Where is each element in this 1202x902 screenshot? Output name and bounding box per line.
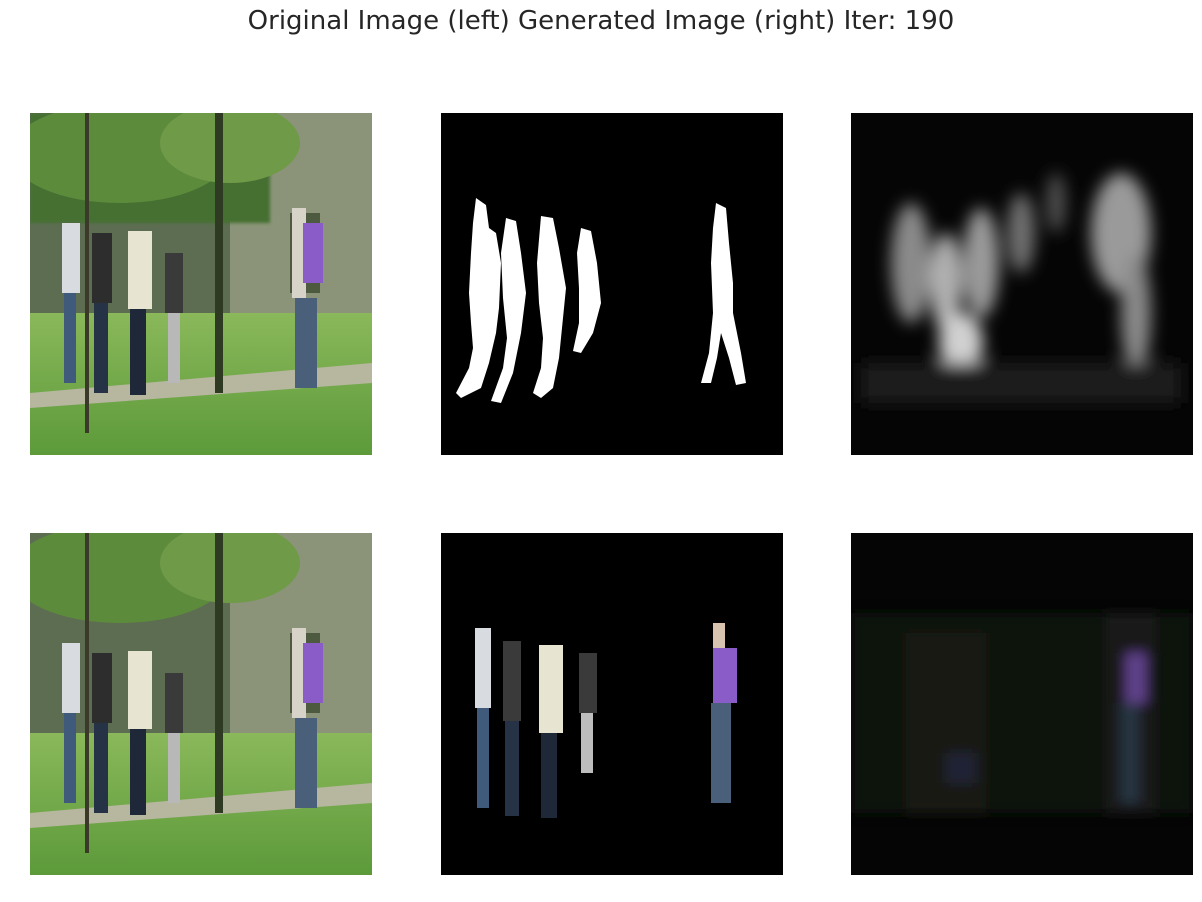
generated-image-bottom <box>851 533 1193 875</box>
target-masked-image-bottom <box>441 533 783 875</box>
target-mask-top <box>441 113 783 455</box>
generated-mask-top <box>851 113 1193 455</box>
original-image-top <box>30 113 372 455</box>
original-image-bottom <box>30 533 372 875</box>
figure-title: Original Image (left) Generated Image (r… <box>247 6 955 36</box>
